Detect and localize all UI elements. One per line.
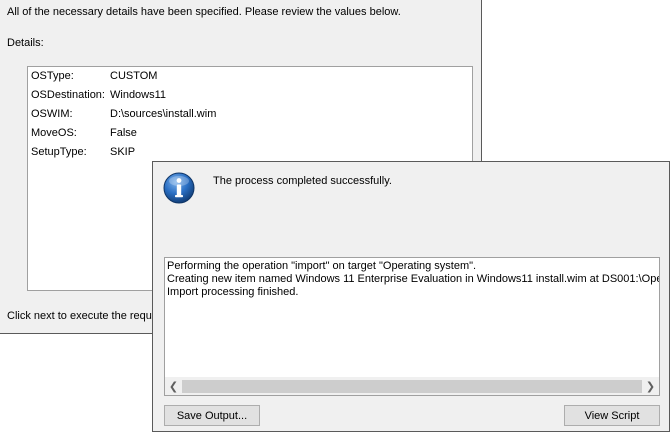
detail-key: SetupType: — [31, 146, 87, 158]
detail-key: OSDestination: — [31, 89, 105, 101]
info-icon — [163, 172, 195, 204]
summary-intro-text: All of the necessary details have been s… — [7, 6, 401, 18]
detail-key: OSType: — [31, 70, 74, 82]
detail-key: OSWIM: — [31, 108, 73, 120]
log-line: Creating new item named Windows 11 Enter… — [167, 273, 660, 285]
result-dialog: The process completed successfully. Perf… — [152, 161, 670, 432]
scrollbar-thumb[interactable] — [182, 380, 642, 393]
summary-footer-text: Click next to execute the reque — [7, 310, 159, 322]
details-label: Details: — [7, 37, 44, 49]
output-log[interactable]: Performing the operation "import" on tar… — [164, 257, 660, 396]
scroll-right-arrow-icon[interactable]: ❯ — [642, 378, 659, 395]
result-message: The process completed successfully. — [213, 175, 392, 187]
detail-key: MoveOS: — [31, 127, 77, 139]
detail-value: SKIP — [110, 146, 136, 158]
save-output-button[interactable]: Save Output... — [164, 405, 260, 426]
detail-value: False — [110, 127, 137, 139]
log-line: Performing the operation "import" on tar… — [167, 260, 477, 272]
log-line: Import processing finished. — [167, 286, 299, 298]
detail-value: D:\sources\install.wim — [110, 108, 217, 120]
detail-value: CUSTOM — [110, 70, 158, 82]
detail-value: Windows11 — [110, 89, 167, 101]
scroll-left-arrow-icon[interactable]: ❮ — [165, 378, 182, 395]
view-script-button[interactable]: View Script — [564, 405, 660, 426]
horizontal-scrollbar[interactable]: ❮ ❯ — [165, 377, 659, 395]
